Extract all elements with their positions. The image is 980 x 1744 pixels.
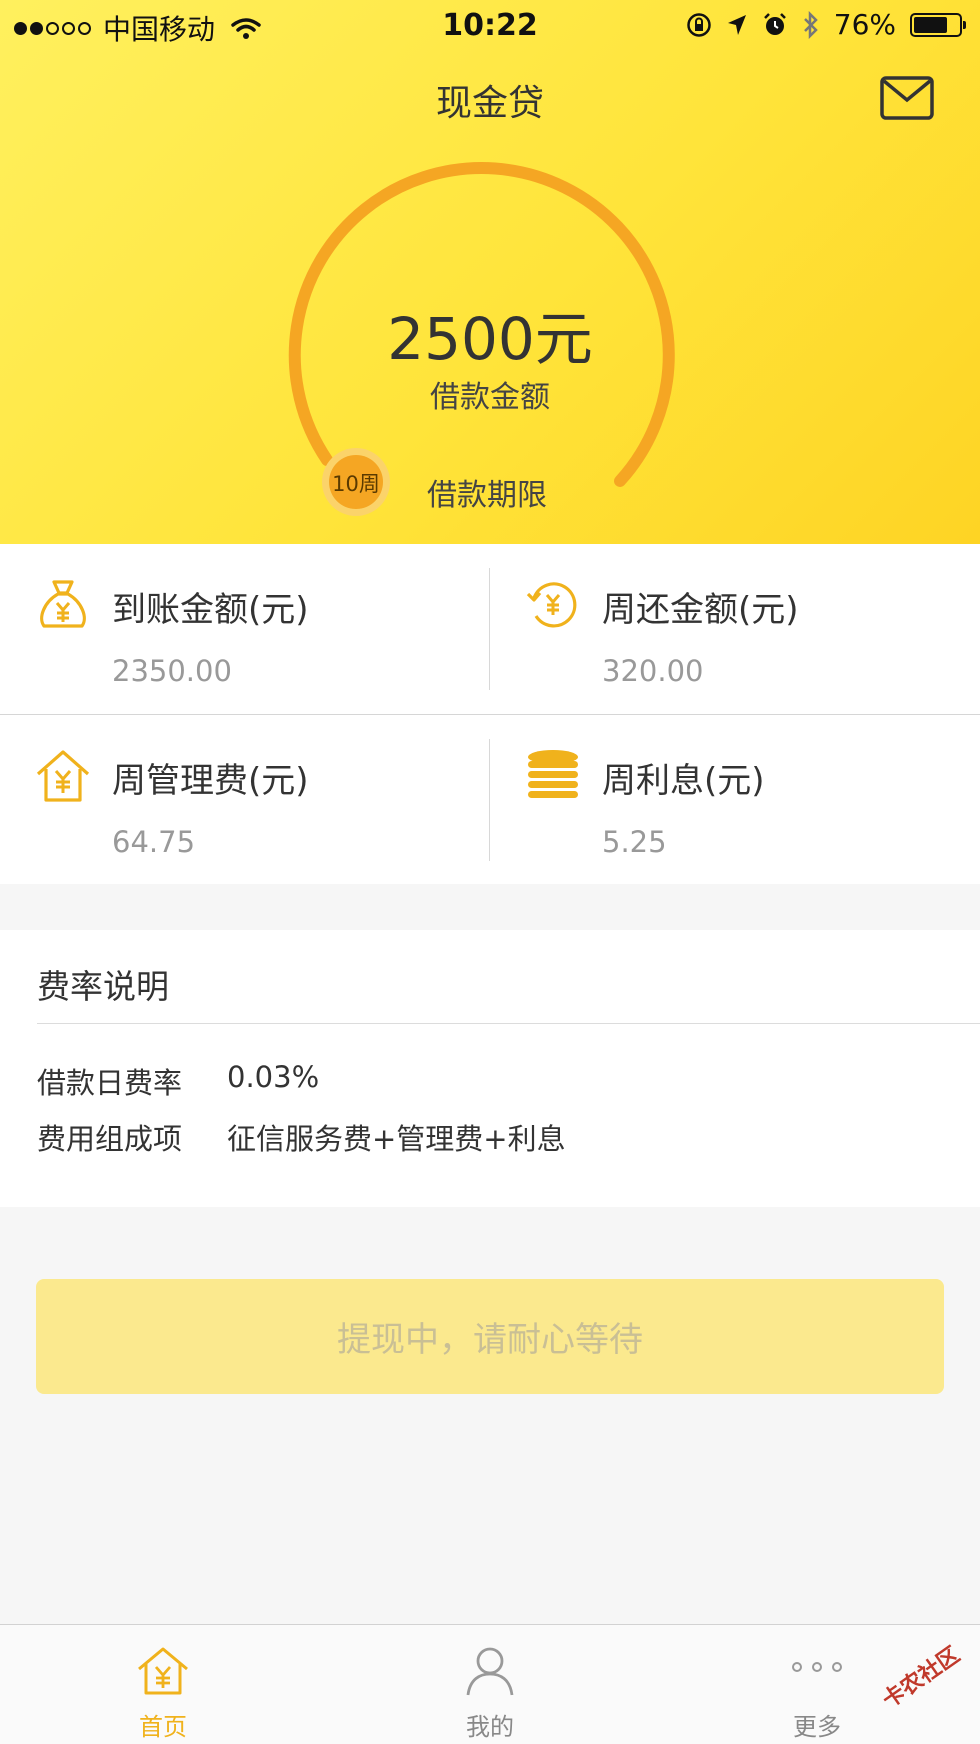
money-bag-icon <box>40 580 86 628</box>
info-value: 320.00 <box>602 654 704 688</box>
divider <box>0 714 980 715</box>
info-cell-weekly-interest: 周利息(元) 5.25 <box>490 715 980 885</box>
more-dots-icon <box>792 1662 842 1672</box>
rate-section: 费率说明 借款日费率 0.03% 费用组成项 征信服务费+管理费+利息 <box>0 930 980 1207</box>
tab-bar: 首页 我的 更多 <box>0 1624 980 1744</box>
info-value: 64.75 <box>112 825 196 859</box>
loan-period-label: 借款期限 <box>427 478 547 513</box>
info-cell-received: 到账金额(元) 2350.00 <box>0 544 490 714</box>
rate-row: 费用组成项 征信服务费+管理费+利息 <box>37 1116 566 1158</box>
rate-title: 费率说明 <box>37 967 169 1006</box>
divider <box>489 568 490 690</box>
info-label: 周利息(元) <box>602 761 765 801</box>
info-cell-weekly-repay: 周还金额(元) 320.00 <box>490 544 980 714</box>
rate-value: 0.03% <box>227 1060 320 1094</box>
loan-gauge <box>288 162 675 516</box>
home-yen-icon <box>138 1647 188 1695</box>
house-yen-icon <box>36 750 90 802</box>
person-icon <box>466 1647 514 1696</box>
loan-info-grid: 到账金额(元) 2350.00 周还金额(元) 320.00 周管理费(元) 6… <box>0 544 980 884</box>
rate-row: 借款日费率 0.03% <box>37 1060 319 1102</box>
info-value: 5.25 <box>602 825 667 859</box>
repay-cycle-icon <box>526 582 577 628</box>
rate-value: 征信服务费+管理费+利息 <box>227 1122 566 1156</box>
info-cell-weekly-fee: 周管理费(元) 64.75 <box>0 715 490 885</box>
withdraw-status-button[interactable]: 提现中，请耐心等待 <box>36 1279 944 1394</box>
tab-home[interactable]: 首页 <box>93 1625 233 1744</box>
tab-mine[interactable]: 我的 <box>420 1625 560 1744</box>
divider <box>489 739 490 861</box>
loan-amount: 2500元 <box>387 305 593 373</box>
info-label: 周管理费(元) <box>112 761 309 801</box>
divider <box>37 1023 980 1024</box>
coin-stack-icon <box>528 750 578 798</box>
info-label: 周还金额(元) <box>602 590 799 630</box>
info-value: 2350.00 <box>112 654 232 688</box>
loan-amount-label: 借款金额 <box>430 380 550 415</box>
info-label: 到账金额(元) <box>112 590 309 630</box>
period-value[interactable]: 10周 <box>322 468 390 498</box>
tab-more[interactable]: 更多 <box>747 1625 887 1744</box>
tab-label: 更多 <box>793 1713 841 1741</box>
tab-label: 我的 <box>466 1713 514 1741</box>
rate-key: 费用组成项 <box>37 1122 183 1156</box>
tab-label: 首页 <box>139 1713 187 1741</box>
rate-key: 借款日费率 <box>37 1066 183 1100</box>
